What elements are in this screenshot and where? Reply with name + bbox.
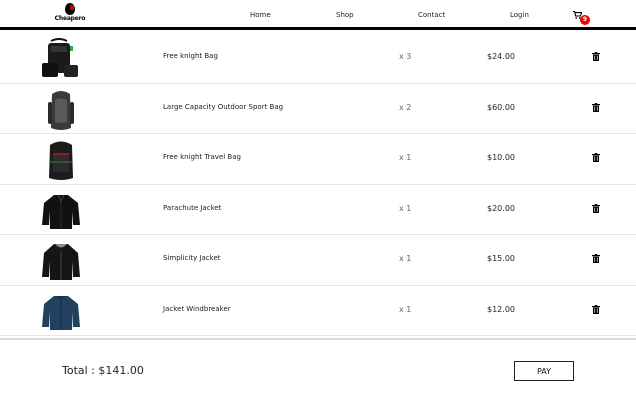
item-price: $60.00	[487, 102, 515, 112]
trash-icon[interactable]	[592, 153, 600, 162]
brand-name: Cheapero	[54, 15, 86, 22]
item-quantity: x 3	[399, 52, 412, 61]
cart-row: Parachute Jacket x 1 $20.00	[0, 185, 636, 235]
cart-item-list: Free knight Bag x 3 $24.00 Large Capacit…	[0, 33, 636, 336]
trash-icon[interactable]	[592, 52, 600, 61]
cart-row: Free knight Travel Bag x 1 $10.00	[0, 134, 636, 185]
cart-row: Large Capacity Outdoor Sport Bag x 2 $60…	[0, 84, 636, 134]
cart-total: Total : $141.00	[62, 364, 144, 377]
item-price: $12.00	[487, 304, 515, 314]
item-price: $24.00	[487, 52, 515, 61]
item-quantity: x 1	[399, 254, 412, 263]
cart-row: Free knight Bag x 3 $24.00	[0, 33, 636, 84]
nav-link-home[interactable]: Home	[250, 11, 271, 19]
trash-icon[interactable]	[592, 102, 600, 112]
navy-windbreaker-jacket-image	[42, 295, 80, 330]
item-quantity: x 1	[399, 203, 412, 213]
cart-row: Jacket Windbreaker x 1 $12.00	[0, 286, 636, 336]
pay-button[interactable]: PAY	[514, 361, 574, 381]
black-hooded-jacket-image	[42, 244, 80, 280]
cart-button[interactable]: 9	[573, 9, 591, 25]
black-travel-backpack-image	[49, 141, 73, 180]
trash-icon[interactable]	[592, 203, 600, 213]
brand-logo[interactable]: Cheapero	[52, 3, 88, 27]
cart-row: Simplicity Jacket x 1 $15.00	[0, 235, 636, 286]
trash-icon[interactable]	[592, 304, 600, 314]
brand-logo-icon	[65, 3, 75, 15]
checkout-footer: Total : $141.00 PAY	[0, 338, 636, 400]
cart-count-badge: 9	[580, 15, 590, 25]
item-name[interactable]: Parachute Jacket	[163, 204, 221, 212]
item-price: $15.00	[487, 254, 515, 263]
item-name[interactable]: Free knight Bag	[163, 52, 218, 60]
item-name[interactable]: Simplicity Jacket	[163, 254, 221, 262]
black-parachute-jacket-image	[42, 194, 80, 229]
item-name[interactable]: Jacket Windbreaker	[163, 305, 231, 313]
trash-icon[interactable]	[592, 254, 600, 263]
black-tactical-bag-image	[42, 38, 78, 77]
grey-outdoor-sport-backpack-image	[48, 90, 74, 130]
item-price: $20.00	[487, 203, 515, 213]
nav-link-shop[interactable]: Shop	[336, 11, 354, 19]
item-quantity: x 1	[399, 153, 412, 162]
nav-link-login[interactable]: Login	[510, 11, 529, 19]
item-price: $10.00	[487, 153, 515, 162]
item-quantity: x 1	[399, 304, 412, 314]
item-name[interactable]: Large Capacity Outdoor Sport Bag	[163, 103, 283, 111]
item-quantity: x 2	[399, 102, 412, 112]
item-name[interactable]: Free knight Travel Bag	[163, 153, 241, 161]
top-navbar: Cheapero Home Shop Contact Login 9	[0, 0, 636, 30]
nav-link-contact[interactable]: Contact	[418, 11, 445, 19]
